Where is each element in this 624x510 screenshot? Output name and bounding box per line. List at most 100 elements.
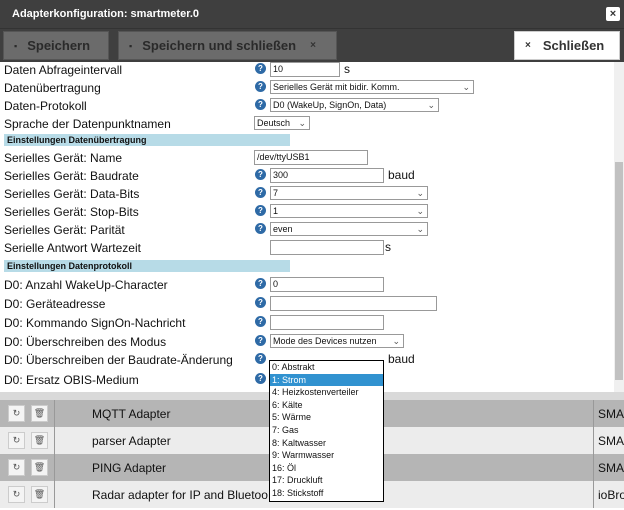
form-label: D0: Geräteadresse [4,297,106,311]
refresh-icon[interactable]: ↻ [8,432,25,449]
close-icon[interactable]: × [606,7,620,21]
form-label: Sprache der Datenpunktnamen [4,117,171,131]
interval-input[interactable]: 10 [270,62,340,77]
dropdown-option[interactable]: 7: Gas [270,424,383,437]
help-icon[interactable]: ? [255,169,266,180]
select-value: Serielles Gerät mit bidir. Komm. [273,82,400,92]
dropdown-option[interactable]: 9: Warmwasser [270,449,383,462]
dropdown-option[interactable]: 0: Abstrakt [270,361,383,374]
toolbar: ▪ Speichern ▪ Speichern und schließen × … [0,28,624,62]
refresh-icon[interactable]: ↻ [8,405,25,422]
chevron-down-icon: ⌄ [462,82,470,92]
wakeup-input[interactable]: 0 [270,277,384,292]
refresh-icon[interactable]: ↻ [8,486,25,503]
adapter-name: parser Adapter [92,434,171,448]
dropdown-option[interactable]: 17: Druckluft [270,474,383,487]
form-label: D0: Überschreiben des Modus [4,335,167,349]
refresh-icon[interactable]: ↻ [8,459,25,476]
stopbits-select[interactable]: 1 ⌄ [270,204,428,218]
parity-select[interactable]: even ⌄ [270,222,428,236]
chevron-down-icon: ⌄ [416,188,424,198]
form-row-mode: D0: Überschreiben des Modus ? Mode des D… [0,334,614,352]
form-scrollbar[interactable] [614,62,624,392]
close-icon: × [525,40,531,51]
help-icon[interactable]: ? [255,223,266,234]
form-label: Serielle Antwort Wartezeit [4,241,141,255]
floppy-icon: ▪ [129,40,133,51]
form-row-databits: Serielles Gerät: Data-Bits ? 7 ⌄ [0,186,614,204]
form-row-signon: D0: Kommando SignOn-Nachricht ? [0,315,614,333]
help-icon[interactable]: ? [255,316,266,327]
dropdown-option[interactable]: 16: Öl [270,462,383,475]
transfer-select[interactable]: Serielles Gerät mit bidir. Komm. ⌄ [270,80,474,94]
adapter-name: MQTT Adapter [92,407,171,421]
form-row-interval: Daten Abfrageintervall ? 10 s [0,62,614,80]
save-close-button[interactable]: ▪ Speichern und schließen × [118,31,337,60]
delete-icon[interactable]: 🗑 [31,486,48,503]
form-label: Daten Abfrageintervall [4,63,123,77]
column-divider [54,454,55,481]
signon-input[interactable] [270,315,384,330]
chevron-down-icon: ⌄ [416,224,424,234]
dropdown-option[interactable]: 6: Kälte [270,399,383,412]
help-icon[interactable]: ? [255,278,266,289]
baudrate-input[interactable]: 300 [270,168,384,183]
chevron-down-icon: ⌄ [416,206,424,216]
help-icon[interactable]: ? [255,81,266,92]
save-close-button-label: Speichern und schließen [142,38,297,53]
dropdown-option[interactable]: 4: Heizkostenverteiler [270,386,383,399]
help-icon[interactable]: ? [255,63,266,74]
wait-input[interactable] [270,240,384,255]
address-input[interactable] [270,296,437,311]
scrollbar-thumb[interactable] [615,162,623,380]
databits-select[interactable]: 7 ⌄ [270,186,428,200]
section-header-protocol: Einstellungen Datenprotokoll [4,260,290,272]
form-label: D0: Kommando SignOn-Nachricht [4,316,186,330]
form-row-baudrate: Serielles Gerät: Baudrate ? 300 baud [0,168,614,186]
chevron-down-icon: ⌄ [298,118,306,128]
obis-medium-dropdown[interactable]: 0: Abstrakt 1: Strom 4: Heizkostenvertei… [269,360,384,502]
column-divider [593,400,594,427]
window-title: Adapterkonfiguration: smartmeter.0 [12,8,200,20]
save-button-label: Speichern [27,38,91,53]
help-icon[interactable]: ? [255,205,266,216]
adapter-name: Radar adapter for IP and Bluetoo [92,488,268,502]
close-button[interactable]: × Schließen [514,31,620,60]
close-button-label: Schließen [542,38,605,53]
help-icon[interactable]: ? [255,297,266,308]
chevron-down-icon: ⌄ [392,336,400,346]
column-divider [593,454,594,481]
dropdown-option[interactable]: 8: Kaltwasser [270,437,383,450]
dropdown-option[interactable]: 5: Wärme [270,411,383,424]
chevron-down-icon: ⌄ [427,100,435,110]
delete-icon[interactable]: 🗑 [31,405,48,422]
help-icon[interactable]: ? [255,99,266,110]
language-select[interactable]: Deutsch ⌄ [254,116,310,130]
form-label: D0: Überschreiben der Baudrate-Änderung [4,353,233,367]
help-icon[interactable]: ? [255,373,266,384]
delete-icon[interactable]: 🗑 [31,432,48,449]
dropdown-option-selected[interactable]: 1: Strom [270,373,383,387]
form-row-protocol: Daten-Protokoll ? D0 (WakeUp, SignOn, Da… [0,98,614,116]
help-icon[interactable]: ? [255,187,266,198]
form-row-parity: Serielles Gerät: Parität ? even ⌄ [0,222,614,240]
unit-label: baud [388,352,415,366]
dropdown-option[interactable]: 18: Stickstoff [270,487,383,500]
section-header-transfer: Einstellungen Datenübertragung [4,134,290,146]
help-icon[interactable]: ? [255,353,266,364]
form-row-device-name: Serielles Gerät: Name /dev/ttyUSB1 [0,150,614,168]
delete-icon[interactable]: 🗑 [31,459,48,476]
adapter-author: ioBro [598,488,624,502]
close-icon: × [310,40,316,51]
save-button[interactable]: ▪ Speichern [3,31,109,60]
select-value: 1 [273,206,279,216]
form-row-transfer: Datenübertragung ? Serielles Gerät mit b… [0,80,614,98]
device-name-input[interactable]: /dev/ttyUSB1 [254,150,368,165]
mode-select[interactable]: Mode des Devices nutzen ⌄ [270,334,404,348]
unit-label: s [385,240,391,254]
config-form: Daten Abfrageintervall ? 10 s Datenübert… [0,62,614,392]
help-icon[interactable]: ? [255,335,266,346]
protocol-select[interactable]: D0 (WakeUp, SignOn, Data) ⌄ [270,98,439,112]
column-divider [54,400,55,427]
floppy-icon: ▪ [14,40,18,51]
